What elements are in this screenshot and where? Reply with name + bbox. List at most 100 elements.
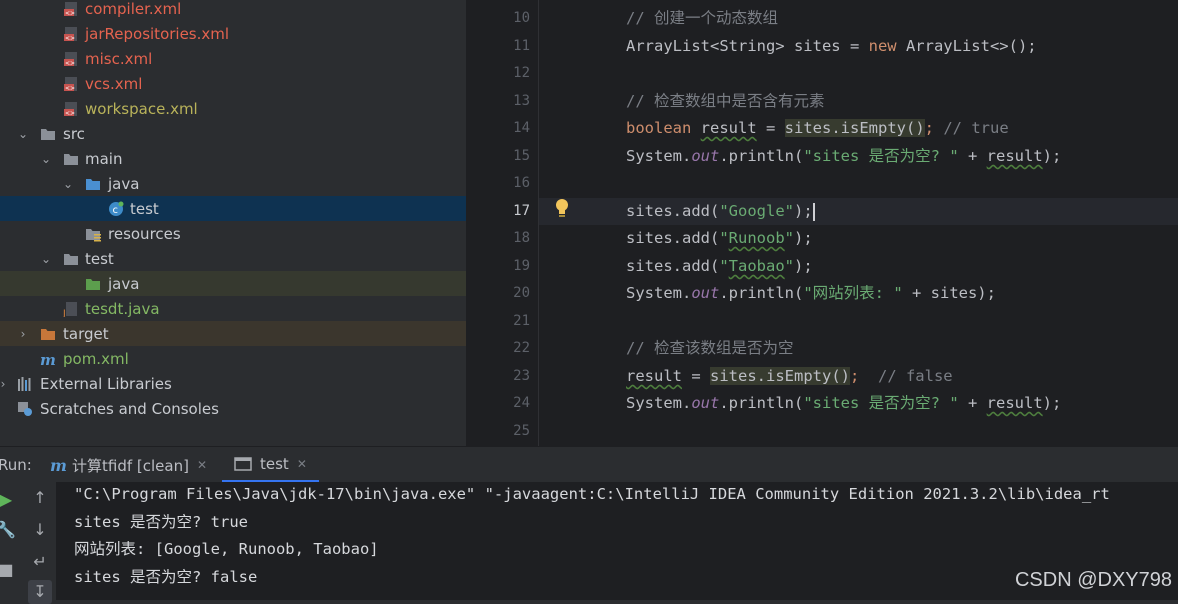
tree-item-label: java [108, 274, 140, 293]
xml-file-icon: <> [64, 51, 77, 67]
line-number: 20 [513, 285, 530, 301]
run-tab-test[interactable]: test ✕ [222, 447, 319, 483]
tab-label: test [260, 454, 289, 473]
run-tab-maven-clean[interactable]: m 计算tfidf [clean] ✕ [50, 447, 207, 483]
line-number: 19 [513, 258, 530, 274]
console-icon [234, 456, 252, 471]
code-line-15: System.out.println("sites 是否为空? " + resu… [626, 143, 1061, 170]
folder-icon [64, 153, 78, 165]
tree-item-vcs-xml[interactable]: <> vcs.xml [0, 71, 466, 96]
wrench-icon[interactable]: 🔧 [0, 518, 18, 542]
tree-item-label: Scratches and Consoles [40, 399, 219, 418]
project-tool-window: <> compiler.xml <> jarRepositories.xml <… [0, 0, 466, 446]
code-line-19: sites.add("Taobao"); [626, 253, 813, 280]
code-line-14: boolean result = sites.isEmpty(); // tru… [626, 115, 1009, 142]
close-icon[interactable]: ✕ [297, 457, 307, 471]
tree-item-tesdt-java[interactable]: J tesdt.java [0, 296, 466, 321]
tree-item-scratches[interactable]: Scratches and Consoles [0, 396, 466, 421]
stop-icon[interactable]: ■ [0, 558, 18, 582]
chevron-down-icon[interactable]: ⌄ [41, 153, 51, 165]
folder-icon [41, 128, 55, 140]
resources-folder-icon [86, 228, 101, 241]
code-string: " [719, 229, 729, 247]
tree-item-label: java [108, 174, 140, 193]
tree-item-test-class[interactable]: c test [0, 196, 466, 221]
tree-item-target[interactable]: › target [0, 321, 466, 346]
tree-item-label: compiler.xml [85, 0, 182, 18]
code-line-20: System.out.println("网站列表: " + sites); [626, 280, 996, 307]
code-keyword: new [868, 37, 897, 55]
code-line-11: ArrayList<String> sites = new ArrayList<… [626, 33, 1037, 60]
tree-item-label: main [85, 149, 123, 168]
lightbulb-icon[interactable] [555, 199, 569, 217]
code-token: ); [1042, 394, 1062, 412]
text-caret [812, 202, 815, 221]
arrow-down-icon[interactable]: ↓ [28, 518, 52, 542]
source-folder-icon [86, 178, 100, 190]
xml-file-icon: <> [64, 26, 77, 42]
xml-file-icon: <> [64, 1, 77, 17]
code-token: + [958, 394, 987, 412]
chevron-right-icon[interactable]: › [18, 328, 28, 340]
line-number-gutter[interactable]: 10 11 12 13 14 15 16 17 18 19 20 21 22 2… [466, 0, 539, 446]
code-token: sites.add( [626, 202, 720, 220]
soft-wrap-icon[interactable]: ↵ [28, 550, 52, 574]
tree-item-java-test[interactable]: java [0, 271, 466, 296]
chevron-right-icon[interactable]: › [0, 378, 8, 390]
java-file-icon: J [63, 301, 77, 317]
line-number: 24 [513, 395, 530, 411]
tree-item-main[interactable]: ⌄ main [0, 146, 466, 171]
svg-text:m: m [50, 457, 67, 473]
tree-item-label: resources [108, 224, 181, 243]
tree-item-external-libraries[interactable]: › External Libraries [0, 371, 466, 396]
svg-text:<>: <> [65, 110, 75, 117]
line-number-current: 17 [513, 203, 530, 219]
tree-item-misc-xml[interactable]: <> misc.xml [0, 46, 466, 71]
tree-item-compiler-xml[interactable]: <> compiler.xml [0, 0, 466, 21]
tree-item-src[interactable]: ⌄ src [0, 121, 466, 146]
code-static-field: out [691, 147, 720, 165]
code-editor[interactable]: 10 11 12 13 14 15 16 17 18 19 20 21 22 2… [466, 0, 1178, 446]
code-string: " [784, 257, 795, 275]
tree-item-resources[interactable]: resources [0, 221, 466, 246]
code-token: System. [626, 394, 692, 412]
xml-file-icon: <> [64, 101, 77, 117]
close-icon[interactable]: ✕ [197, 458, 207, 472]
code-line-17: sites.add("Google"); [626, 198, 815, 225]
tree-item-test-folder[interactable]: ⌄ test [0, 246, 466, 271]
tree-item-label: jarRepositories.xml [85, 24, 230, 43]
tree-item-label: vcs.xml [85, 74, 143, 93]
chevron-down-icon[interactable]: ⌄ [18, 128, 28, 140]
tree-item-java-main[interactable]: ⌄ java [0, 171, 466, 196]
line-number: 25 [513, 423, 530, 439]
rerun-icon[interactable]: ▶ [0, 488, 18, 512]
run-console[interactable]: ▶ ↑ 🔧 ↓ ■ ↵ ↧ "C:\Program Files\Java\jdk… [0, 482, 1178, 604]
code-token: System. [626, 284, 692, 302]
code-line-10: // 创建一个动态数组 [626, 9, 778, 27]
watermark: CSDN @DXY798 [1014, 569, 1172, 591]
chevron-down-icon[interactable]: ⌄ [41, 253, 51, 265]
code-string: Runoob [728, 229, 785, 247]
scroll-to-end-icon[interactable]: ↧ [28, 580, 52, 604]
tree-item-label: target [63, 324, 109, 343]
tree-item-label: tesdt.java [85, 299, 160, 318]
arrow-up-icon[interactable]: ↑ [28, 486, 52, 510]
line-number: 14 [513, 120, 530, 136]
code-token: .println( [719, 394, 804, 412]
code-variable: result [700, 119, 757, 137]
code-string: "网站列表: " [803, 284, 903, 302]
tree-item-jarrepositories-xml[interactable]: <> jarRepositories.xml [0, 21, 466, 46]
code-token: ArrayList<>(); [896, 37, 1037, 55]
code-token: .println( [719, 147, 804, 165]
code-token: ); [794, 257, 813, 275]
scratches-icon [18, 401, 32, 416]
code-variable: result [986, 147, 1043, 165]
tree-item-workspace-xml[interactable]: <> workspace.xml [0, 96, 466, 121]
code-line-24: System.out.println("sites 是否为空? " + resu… [626, 390, 1061, 417]
line-number: 15 [513, 148, 530, 164]
tree-item-pom-xml[interactable]: m pom.xml [0, 346, 466, 371]
code-line-22: // 检查该数组是否为空 [626, 339, 794, 357]
chevron-down-icon[interactable]: ⌄ [63, 178, 73, 190]
test-source-folder-icon [86, 278, 100, 290]
svg-text:J: J [63, 309, 66, 317]
